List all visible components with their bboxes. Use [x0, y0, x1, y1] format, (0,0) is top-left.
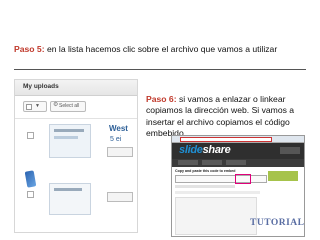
panel-title: My uploads [23, 83, 59, 90]
nav-tab[interactable] [202, 160, 222, 165]
tutorial-badge: TUTORIAL [250, 218, 305, 228]
nav-tab[interactable] [226, 160, 246, 165]
thumbnail-bar [54, 136, 78, 139]
upload-thumbnail[interactable] [49, 183, 91, 215]
slideshare-header: slideshare [172, 143, 304, 159]
edit-button[interactable] [107, 147, 133, 157]
panel-header: My uploads [15, 80, 137, 96]
thumbnail-bar [54, 188, 82, 191]
text-line [175, 185, 235, 188]
user-menu[interactable] [280, 147, 300, 154]
embed-code-field[interactable] [175, 175, 267, 183]
section-divider [14, 69, 306, 70]
chevron-down-icon: ▼ [35, 103, 40, 109]
text-line [175, 191, 260, 194]
slideshare-nav [172, 159, 304, 167]
my-uploads-panel: My uploads ▼ ⚙ Select all West 5 ei [14, 79, 138, 233]
edit-button[interactable] [107, 192, 133, 202]
embed-highlight [235, 174, 251, 184]
logo-slide: slide [179, 144, 203, 156]
slideshare-logo: slideshare [179, 144, 231, 156]
gear-icon: ⚙ [53, 102, 59, 108]
embed-heading: Copy and paste this code to embed [175, 169, 236, 173]
step6-label: Paso 6: [146, 94, 177, 104]
url-field-highlight[interactable] [180, 137, 272, 142]
row-checkbox[interactable] [27, 191, 34, 198]
upload-thumbnail[interactable] [49, 124, 91, 158]
document-preview [175, 197, 257, 235]
select-all-label: Select all [59, 103, 80, 109]
checkbox-icon [26, 104, 32, 110]
download-button[interactable] [268, 171, 298, 181]
nav-tab[interactable] [178, 160, 198, 165]
select-dropdown-button[interactable]: ▼ [23, 101, 47, 112]
select-all-button[interactable]: ⚙ Select all [50, 101, 86, 112]
upload-title-link[interactable]: West [109, 124, 128, 133]
mouse-cursor-icon [24, 170, 37, 188]
thumbnail-bar [54, 129, 84, 132]
step5-caption: Paso 5: en la lista hacemos clic sobre e… [14, 44, 304, 55]
step5-text: en la lista hacemos clic sobre el archiv… [44, 44, 278, 54]
divider [15, 118, 137, 119]
step5-label: Paso 5: [14, 44, 45, 54]
address-bar [172, 136, 304, 143]
row-checkbox[interactable] [27, 132, 34, 139]
step6-caption: Paso 6: si vamos a enlazar o linkear cop… [146, 94, 306, 139]
upload-subtitle: 5 ei [110, 136, 122, 143]
logo-share: share [202, 144, 231, 156]
